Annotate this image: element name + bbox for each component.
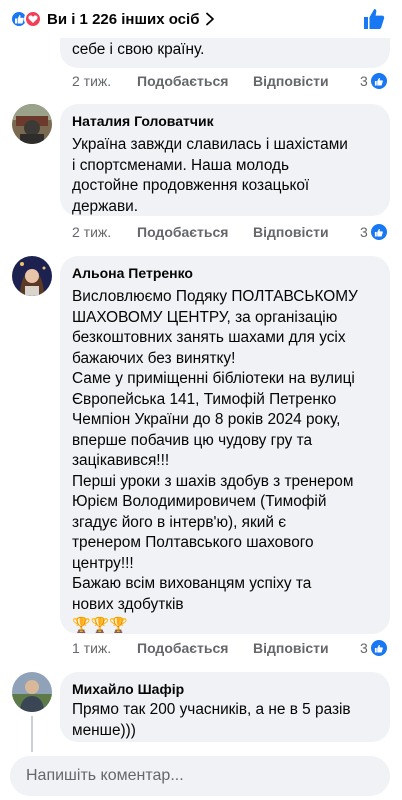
comment-actions: 2 тиж. Подобається Відповісти: [72, 224, 329, 240]
reactions-summary[interactable]: Ви і 1 226 інших осіб: [47, 11, 199, 28]
chevron-right-icon: [206, 12, 215, 26]
reaction-count[interactable]: 3: [360, 73, 387, 89]
comment-bubble: Наталия Головатчик Україна завжди славил…: [60, 104, 390, 216]
comment-actions: 2 тиж. Подобається Відповісти: [72, 73, 329, 89]
comment-author[interactable]: Михайло Шафір: [72, 680, 378, 698]
comment-emoji: 🏆🏆🏆: [72, 617, 129, 634]
like-link[interactable]: Подобається: [137, 73, 253, 89]
comment-composer: [0, 752, 402, 800]
comment-author[interactable]: Наталия Головатчик: [72, 112, 378, 130]
avatar[interactable]: [12, 672, 52, 712]
comment-text: Висловлюємо Подяку ПОЛТАВСЬКОМУ ШАХОВОМУ…: [72, 288, 358, 613]
comment-time: 2 тиж.: [72, 224, 112, 240]
like-icon: [370, 73, 387, 89]
reaction-icons: [10, 10, 42, 28]
comment-author[interactable]: Альона Петренко: [72, 264, 378, 282]
reaction-count[interactable]: 3: [360, 224, 387, 240]
reaction-count[interactable]: 3: [360, 640, 387, 656]
reactions-bar[interactable]: Ви і 1 226 інших осіб: [0, 0, 402, 38]
comment-time: 1 тиж.: [72, 640, 112, 656]
comment-actions: 1 тиж. Подобається Відповісти: [72, 640, 329, 656]
reply-link[interactable]: Відповісти: [253, 73, 329, 89]
thumbs-up-icon[interactable]: [362, 7, 386, 31]
comment-text: Прямо так 200 учасників, а не в 5 разів …: [72, 701, 351, 739]
reaction-count-value: 3: [360, 640, 368, 656]
love-icon: [24, 10, 42, 28]
reaction-count-value: 3: [360, 73, 368, 89]
like-icon: [370, 224, 387, 240]
reply-link[interactable]: Відповісти: [253, 640, 329, 656]
reply-link[interactable]: Відповісти: [253, 224, 329, 240]
like-link[interactable]: Подобається: [137, 224, 253, 240]
comment-text: себе і свою країну.: [72, 41, 205, 58]
comment-input[interactable]: [10, 756, 390, 796]
like-link[interactable]: Подобається: [137, 640, 253, 656]
like-icon: [370, 640, 387, 656]
thread-line: [31, 716, 33, 754]
comment-time: 2 тиж.: [72, 73, 112, 89]
avatar[interactable]: [12, 104, 52, 144]
comment-bubble: Альона Петренко Висловлюємо Подяку ПОЛТА…: [60, 256, 390, 634]
comment-text: Україна завжди славилась і шахістами і с…: [72, 136, 348, 215]
reaction-count-value: 3: [360, 224, 368, 240]
avatar[interactable]: [12, 256, 52, 296]
comment-bubble: Михайло Шафір Прямо так 200 учасників, а…: [60, 672, 390, 742]
